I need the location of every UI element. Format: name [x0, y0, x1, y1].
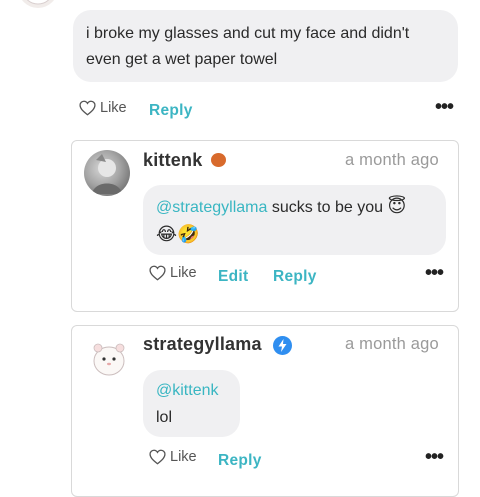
like-button[interactable]: Like — [149, 265, 197, 281]
like-label: Like — [170, 449, 197, 465]
username-strategyllama[interactable]: strategyllama — [143, 334, 262, 355]
hamster-avatar-icon — [93, 343, 125, 376]
timestamp[interactable]: a month ago — [345, 151, 439, 170]
reply-text: @strategyllama sucks to be you 😇 — [156, 195, 406, 220]
timestamp[interactable]: a month ago — [345, 335, 439, 354]
avatar-kittenk[interactable] — [84, 150, 130, 196]
lightning-verified-badge-icon — [273, 336, 292, 355]
like-label: Like — [100, 100, 127, 116]
like-button[interactable]: Like — [79, 100, 127, 116]
avatar-hamster[interactable] — [18, 0, 58, 8]
more-options-button[interactable]: ••• — [425, 446, 444, 469]
reply-button[interactable]: Reply — [149, 102, 193, 120]
reply-button[interactable]: Reply — [218, 452, 262, 470]
like-label: Like — [170, 265, 197, 281]
username-kittenk[interactable]: kittenk — [143, 150, 202, 171]
heart-icon — [149, 449, 166, 465]
emoji-halo: 😇 — [387, 196, 407, 216]
more-options-button[interactable]: ••• — [425, 262, 444, 285]
lightning-icon — [278, 339, 287, 352]
reply-button[interactable]: Reply — [273, 268, 317, 286]
heart-icon — [149, 265, 166, 281]
edit-button[interactable]: Edit — [218, 268, 248, 286]
comment-text-line-2: even get a wet paper towel — [86, 51, 278, 68]
heart-icon — [79, 100, 96, 116]
reply-body: lol — [156, 409, 173, 426]
mention-link[interactable]: @strategyllama — [156, 199, 267, 216]
user-photo-icon — [92, 154, 122, 194]
avatar-strategyllama[interactable] — [86, 334, 132, 380]
comment-text-line-1: i broke my glasses and cut my face and d… — [86, 25, 410, 42]
mention-link[interactable]: @kittenk — [156, 378, 218, 403]
like-button[interactable]: Like — [149, 449, 197, 465]
reply-body: sucks to be you — [267, 199, 384, 216]
speech-bubble-badge-icon — [211, 153, 226, 167]
more-options-button[interactable]: ••• — [435, 96, 454, 119]
emoji-laugh: 😂🤣 — [156, 224, 200, 244]
hamster-avatar-icon — [26, 0, 50, 5]
